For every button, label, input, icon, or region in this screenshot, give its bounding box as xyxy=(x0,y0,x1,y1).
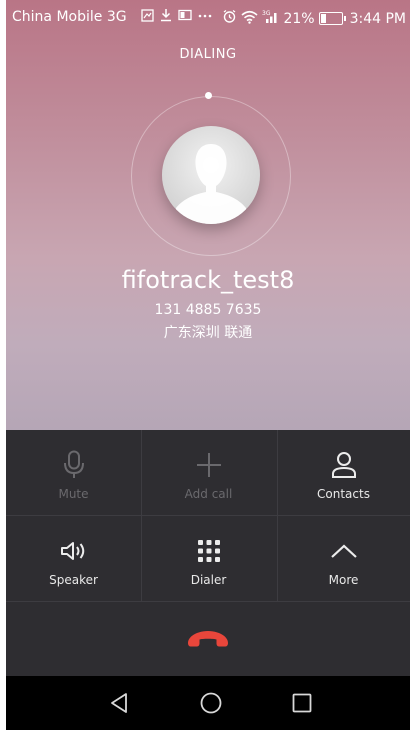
divider xyxy=(6,515,410,516)
status-right: 3G 21% 3:44 PM xyxy=(222,9,406,28)
clock: 3:44 PM xyxy=(349,10,406,27)
phone-number: 131 4885 7635 xyxy=(154,302,262,318)
download-icon xyxy=(160,8,172,22)
chevron-up-icon xyxy=(330,544,357,558)
back-button[interactable] xyxy=(106,690,132,716)
person-icon xyxy=(331,452,356,478)
number-location: 广东深圳 联通 xyxy=(163,325,253,341)
dialer-button[interactable]: Dialer xyxy=(141,516,276,601)
speaker-button[interactable]: Speaker xyxy=(6,516,141,601)
hang-up-icon xyxy=(188,631,228,647)
navigation-bar xyxy=(6,676,410,730)
screen-icon xyxy=(178,9,192,21)
home-circle-icon xyxy=(200,692,222,714)
keypad-icon xyxy=(197,540,220,562)
recents-square-icon xyxy=(292,693,312,713)
add-call-label: Add call xyxy=(184,487,233,501)
end-call-button[interactable] xyxy=(183,624,233,652)
plus-icon xyxy=(196,453,221,477)
status-bar: China Mobile 3G 3G 21% 3:44 PM xyxy=(6,0,410,36)
svg-text:3G: 3G xyxy=(262,10,271,17)
back-triangle-icon xyxy=(111,693,127,713)
speaker-label: Speaker xyxy=(49,573,98,587)
alarm-icon xyxy=(222,9,237,28)
wifi-icon xyxy=(241,10,258,28)
call-screen: China Mobile 3G 3G 21% 3:44 PM DIALING f… xyxy=(6,0,410,730)
signal-3g-icon: 3G xyxy=(262,9,279,28)
person-silhouette-icon xyxy=(176,144,246,224)
call-status: DIALING xyxy=(179,47,237,62)
caller-info-area: China Mobile 3G 3G 21% 3:44 PM DIALING f… xyxy=(6,0,410,430)
more-dots-icon xyxy=(198,9,212,21)
battery-icon xyxy=(318,12,346,25)
mute-button[interactable]: Mute xyxy=(6,430,141,515)
microphone-icon xyxy=(63,450,84,478)
more-button[interactable]: More xyxy=(276,516,410,601)
contact-name: fifotrack_test8 xyxy=(121,266,295,294)
progress-dot xyxy=(205,92,212,99)
home-button[interactable] xyxy=(198,690,224,716)
contacts-label: Contacts xyxy=(317,487,370,501)
recents-button[interactable] xyxy=(289,690,315,716)
speaker-icon xyxy=(60,542,84,560)
dialer-label: Dialer xyxy=(190,573,227,587)
more-label: More xyxy=(328,573,359,587)
contacts-button[interactable]: Contacts xyxy=(276,430,410,515)
divider xyxy=(6,601,410,602)
status-icons xyxy=(141,8,212,22)
contact-avatar xyxy=(162,126,260,224)
carrier-label: China Mobile 3G xyxy=(12,9,127,25)
sim-icon xyxy=(141,8,154,22)
mute-label: Mute xyxy=(58,487,89,501)
add-call-button[interactable]: Add call xyxy=(141,430,276,515)
battery-percent: 21% xyxy=(283,10,315,27)
